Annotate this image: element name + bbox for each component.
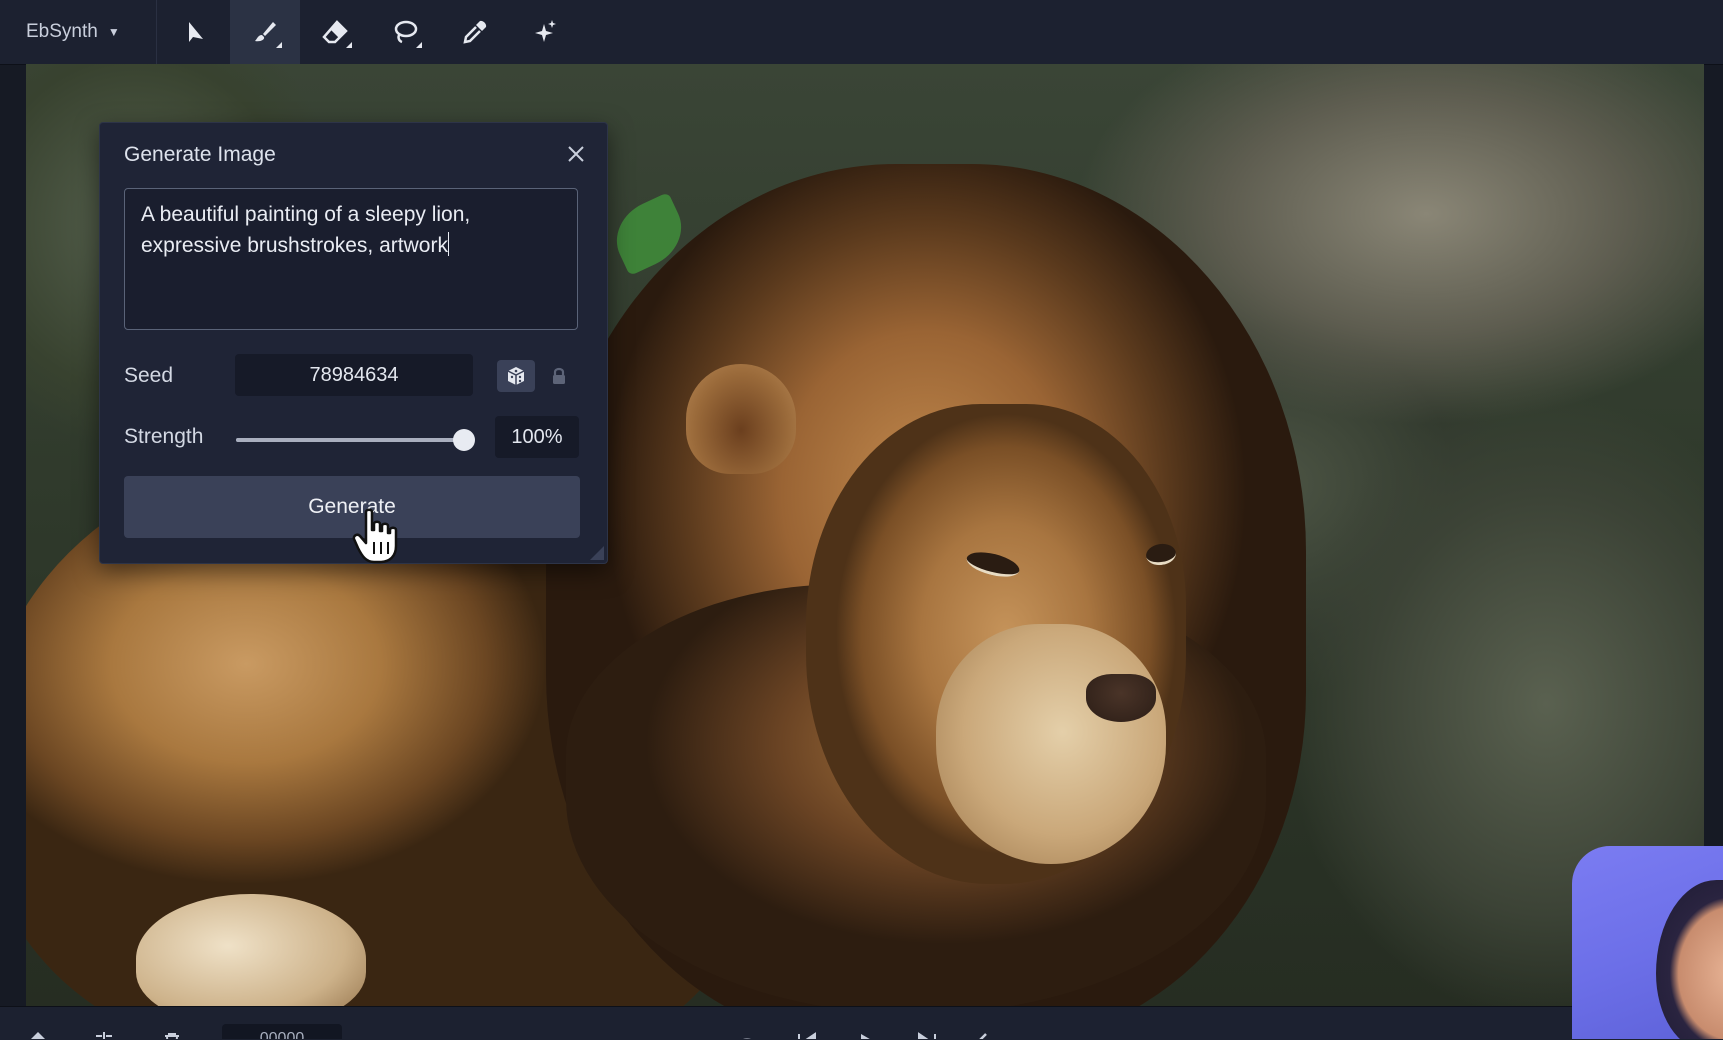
- chevron-left-icon: [979, 1033, 987, 1039]
- lock-icon: [553, 367, 565, 384]
- text-caret: [447, 232, 449, 256]
- loop-icon: [743, 1038, 751, 1039]
- prompt-line-2-wrap: expressive brushstrokes, artwork: [141, 230, 561, 261]
- magic-sparkle-tool-button[interactable]: [510, 0, 580, 64]
- prompt-line-1: A beautiful painting of a sleepy lion,: [141, 203, 471, 226]
- strength-value-field[interactable]: 100%: [495, 416, 579, 458]
- top-toolbar: EbSynth ▼: [0, 0, 1723, 65]
- skip-start-icon: [798, 1032, 816, 1039]
- toolbar-divider: [156, 0, 157, 64]
- select-tool-button[interactable]: [160, 0, 230, 64]
- lasso-tool-icon: [394, 20, 418, 44]
- trash-icon: [165, 1033, 179, 1039]
- play-icon: [861, 1034, 870, 1039]
- frame-number-field[interactable]: 00000: [222, 1024, 342, 1039]
- slider-thumb[interactable]: [453, 429, 475, 451]
- brush-tool-icon: [255, 22, 276, 42]
- close-button[interactable]: [563, 141, 589, 167]
- seed-label: Seed: [124, 364, 174, 387]
- randomize-seed-button[interactable]: [497, 360, 535, 392]
- submenu-indicator-icon: [276, 42, 282, 48]
- split-icon: [96, 1032, 112, 1039]
- generate-image-dialog: Generate Image A beautiful painting of a…: [99, 122, 608, 564]
- seed-input[interactable]: 78984634: [235, 354, 473, 396]
- prompt-line-2: expressive brushstrokes, artwork: [141, 234, 448, 257]
- skip-end-icon: [918, 1032, 936, 1039]
- select-tool-icon: [189, 22, 203, 42]
- first-frame-button[interactable]: [795, 1024, 819, 1039]
- keyframe-icon: [31, 1032, 45, 1039]
- close-icon: [568, 146, 584, 162]
- prompt-textarea[interactable]: A beautiful painting of a sleepy lion, e…: [124, 188, 578, 330]
- lock-seed-button[interactable]: [541, 360, 577, 392]
- loop-bottom-icon[interactable]: [735, 1024, 759, 1039]
- resize-grip[interactable]: [590, 546, 604, 560]
- delete-bottom-icon[interactable]: [160, 1024, 184, 1039]
- eyedropper-tool-button[interactable]: [440, 0, 510, 64]
- presenter-video: [1656, 880, 1723, 1039]
- last-frame-button[interactable]: [915, 1024, 939, 1039]
- magic-sparkle-tool-icon: [535, 20, 556, 42]
- eraser-tool-button[interactable]: [300, 0, 370, 64]
- slider-fill: [236, 438, 464, 442]
- app-menu[interactable]: EbSynth ▼: [16, 12, 130, 52]
- dialog-title: Generate Image: [124, 143, 276, 166]
- prev-keyframe-button[interactable]: [970, 1024, 994, 1039]
- lion-muzzle: [936, 624, 1166, 864]
- strength-label: Strength: [124, 425, 204, 448]
- lion-ear: [686, 364, 796, 474]
- lion-nose: [1086, 674, 1156, 722]
- hand-cursor-icon: [352, 508, 398, 564]
- tool-group: [160, 0, 580, 64]
- lasso-tool-button[interactable]: [370, 0, 440, 64]
- eyedropper-tool-icon: [463, 20, 487, 44]
- submenu-indicator-icon: [346, 42, 352, 48]
- brush-tool-button[interactable]: [230, 0, 300, 64]
- eraser-tool-icon: [322, 20, 348, 44]
- play-button[interactable]: [855, 1024, 879, 1039]
- split-bottom-icon[interactable]: [92, 1024, 116, 1039]
- dice-icon: [507, 367, 525, 385]
- app-name: EbSynth: [26, 21, 98, 42]
- submenu-indicator-icon: [416, 42, 422, 48]
- keyframe-bottom-icon[interactable]: [26, 1024, 50, 1039]
- strength-slider[interactable]: [236, 425, 475, 455]
- chevron-down-icon: ▼: [107, 25, 120, 39]
- webcam-overlay: [1572, 846, 1723, 1039]
